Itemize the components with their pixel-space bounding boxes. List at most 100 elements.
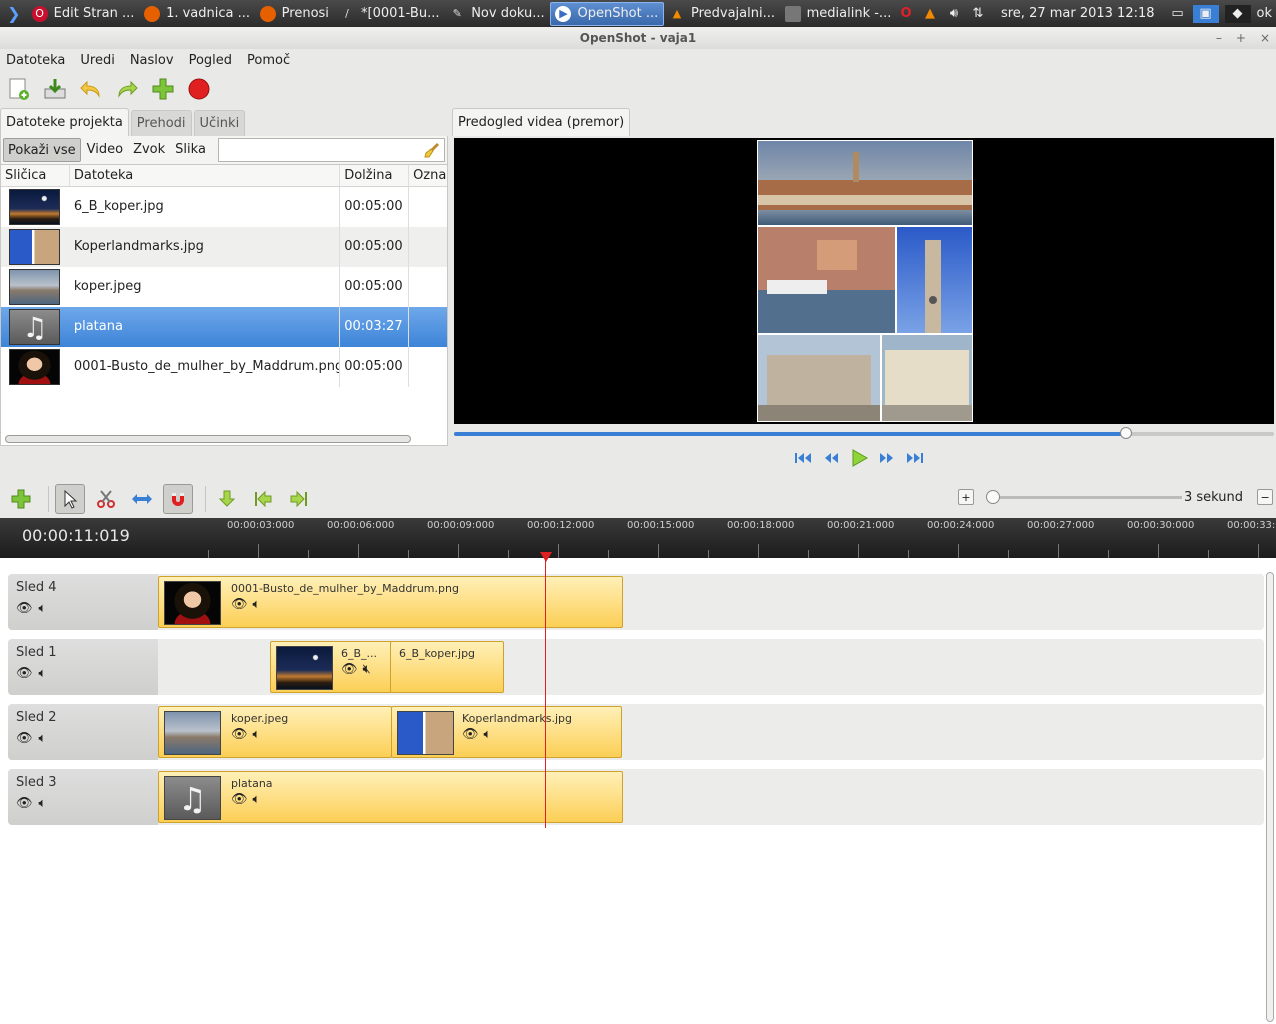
maximize-icon[interactable]: + xyxy=(1236,27,1246,49)
jump-start-button[interactable] xyxy=(792,448,814,468)
col-thumbnail[interactable]: Sličica xyxy=(1,165,70,186)
speaker-icon[interactable]: 🔈︎ xyxy=(253,597,261,612)
col-length[interactable]: Dolžina xyxy=(340,165,410,186)
eye-icon[interactable]: 👁︎ xyxy=(231,597,248,612)
menu-pogled[interactable]: Pogled xyxy=(189,53,232,68)
filter-audio[interactable]: Zvok xyxy=(129,138,169,162)
menu-uredi[interactable]: Uredi xyxy=(80,53,114,68)
play-button[interactable] xyxy=(848,448,870,468)
track-header[interactable]: Sled 3 👁︎ 🔈︎ xyxy=(8,769,158,825)
filter-show-all[interactable]: Pokaži vse xyxy=(3,138,81,162)
clock[interactable]: sre, 27 mar 2013 12:18 xyxy=(1001,6,1155,21)
add-marker-button[interactable] xyxy=(212,484,242,514)
eye-icon[interactable]: 👁︎ xyxy=(16,601,33,616)
clip[interactable]: koper.jpeg 👁︎ 🔈︎ xyxy=(158,706,392,758)
workspace-2-icon[interactable]: ◆ xyxy=(1224,4,1251,23)
tab-transitions[interactable]: Prehodi xyxy=(130,110,192,136)
speaker-icon[interactable]: 🔈︎ xyxy=(39,601,47,616)
clip[interactable]: Koperlandmarks.jpg 👁︎ 🔈︎ xyxy=(391,706,622,758)
import-files-button[interactable] xyxy=(150,76,176,102)
eye-icon[interactable]: 👁︎ xyxy=(16,731,33,746)
table-row[interactable]: 0001-Busto_de_mulher_by_Maddrum.png 00:0… xyxy=(1,347,447,387)
speaker-icon[interactable]: 🔈︎ xyxy=(39,796,47,811)
speaker-muted-icon[interactable]: 🔇︎ xyxy=(363,662,371,677)
opera-tray-icon[interactable]: O xyxy=(897,5,915,23)
eye-icon[interactable]: 👁︎ xyxy=(231,727,248,742)
resize-tool-button[interactable] xyxy=(127,484,157,514)
playhead-line[interactable] xyxy=(545,554,546,828)
tab-project-files[interactable]: Datoteke projekta xyxy=(0,108,129,136)
task-nov-dokument[interactable]: ✎ Nov doku... xyxy=(445,2,549,26)
close-icon[interactable]: × xyxy=(1260,27,1270,49)
menu-pomoc[interactable]: Pomoč xyxy=(247,53,290,68)
previous-marker-button[interactable] xyxy=(248,484,278,514)
show-desktop-icon[interactable]: ▭ xyxy=(1169,5,1187,23)
filter-image[interactable]: Slika xyxy=(171,138,210,162)
table-row-selected[interactable]: platana 00:03:27 xyxy=(1,307,447,347)
timeline-ruler[interactable]: 00:00:11:019 00:00:03:000 00:00:06:000 00:… xyxy=(0,518,1276,558)
task-openshot[interactable]: ▶ OpenShot ... xyxy=(550,1,664,26)
task-busto[interactable]: / *[0001-Bu... xyxy=(335,2,444,26)
eye-icon[interactable]: 👁︎ xyxy=(462,727,479,742)
clip[interactable]: 6_B_... 👁︎ 🔇︎ xyxy=(270,641,392,693)
volume-icon[interactable]: 🔊︎ xyxy=(945,5,963,23)
zoom-slider-handle[interactable] xyxy=(986,490,1000,504)
video-preview-screen[interactable] xyxy=(454,138,1274,424)
eye-icon[interactable]: 👁︎ xyxy=(231,792,248,807)
export-video-button[interactable] xyxy=(186,76,212,102)
preview-seek-bar[interactable] xyxy=(454,427,1274,439)
zoom-in-button[interactable]: + xyxy=(958,489,974,505)
col-label[interactable]: Ozna xyxy=(409,165,447,186)
task-vadnica[interactable]: 1. vadnica ... xyxy=(140,2,255,26)
save-project-button[interactable] xyxy=(42,76,68,102)
track-header[interactable]: Sled 1 👁︎ 🔈︎ xyxy=(8,639,158,695)
tab-video-preview[interactable]: Predogled videa (premor) xyxy=(452,108,631,136)
eye-icon[interactable]: 👁︎ xyxy=(16,796,33,811)
vertical-scrollbar[interactable] xyxy=(1266,572,1274,1022)
table-row[interactable]: 6_B_koper.jpg 00:05:00 xyxy=(1,187,447,227)
track-header[interactable]: Sled 2 👁︎ 🔈︎ xyxy=(8,704,158,760)
fast-forward-button[interactable] xyxy=(876,448,898,468)
network-icon[interactable]: ⇅ xyxy=(969,5,987,23)
task-edit-stran[interactable]: O Edit Stran ... xyxy=(28,2,139,26)
razor-tool-button[interactable] xyxy=(91,484,121,514)
col-file[interactable]: Datoteka xyxy=(70,165,341,186)
start-menu-icon[interactable]: ❯ xyxy=(0,0,28,27)
clear-search-icon[interactable] xyxy=(424,142,440,158)
vlc-tray-icon[interactable]: ▲ xyxy=(921,5,939,23)
next-marker-button[interactable] xyxy=(284,484,314,514)
speaker-icon[interactable]: 🔈︎ xyxy=(253,792,261,807)
clip[interactable]: 6_B_koper.jpg xyxy=(390,641,504,693)
eye-icon[interactable]: 👁︎ xyxy=(16,666,33,681)
add-track-button[interactable] xyxy=(6,484,36,514)
speaker-icon[interactable]: 🔈︎ xyxy=(484,727,492,742)
snap-tool-button[interactable] xyxy=(163,484,193,514)
minimize-icon[interactable]: – xyxy=(1216,27,1222,49)
select-tool-button[interactable] xyxy=(55,484,85,514)
rewind-button[interactable] xyxy=(820,448,842,468)
seek-handle[interactable] xyxy=(1120,427,1133,439)
zoom-out-button[interactable]: − xyxy=(1257,489,1274,505)
menu-datoteka[interactable]: Datoteka xyxy=(6,53,65,68)
zoom-slider[interactable] xyxy=(986,489,1182,505)
eye-icon[interactable]: 👁︎ xyxy=(341,662,358,677)
horizontal-scrollbar[interactable] xyxy=(5,435,411,443)
task-predvajalnik[interactable]: ▲ Predvajalni... xyxy=(665,2,780,26)
task-medialink[interactable]: medialink -... xyxy=(781,2,896,26)
track-header[interactable]: Sled 4 👁︎ 🔈︎ xyxy=(8,574,158,630)
table-row[interactable]: koper.jpeg 00:05:00 xyxy=(1,267,447,307)
search-input[interactable] xyxy=(218,139,444,161)
undo-button[interactable] xyxy=(78,76,104,102)
playhead-handle[interactable] xyxy=(540,552,552,562)
speaker-icon[interactable]: 🔈︎ xyxy=(39,731,47,746)
menu-naslov[interactable]: Naslov xyxy=(130,53,174,68)
speaker-icon[interactable]: 🔈︎ xyxy=(39,666,47,681)
table-row[interactable]: Koperlandmarks.jpg 00:05:00 xyxy=(1,227,447,267)
redo-button[interactable] xyxy=(114,76,140,102)
clip[interactable]: 0001-Busto_de_mulher_by_Maddrum.png 👁︎ 🔈︎ xyxy=(158,576,623,628)
tab-effects[interactable]: Učinki xyxy=(193,110,246,136)
new-project-button[interactable] xyxy=(6,76,32,102)
clip[interactable]: platana 👁︎ 🔈︎ xyxy=(158,771,623,823)
speaker-icon[interactable]: 🔈︎ xyxy=(253,727,261,742)
workspace-1-icon[interactable]: ▣ xyxy=(1192,4,1219,23)
